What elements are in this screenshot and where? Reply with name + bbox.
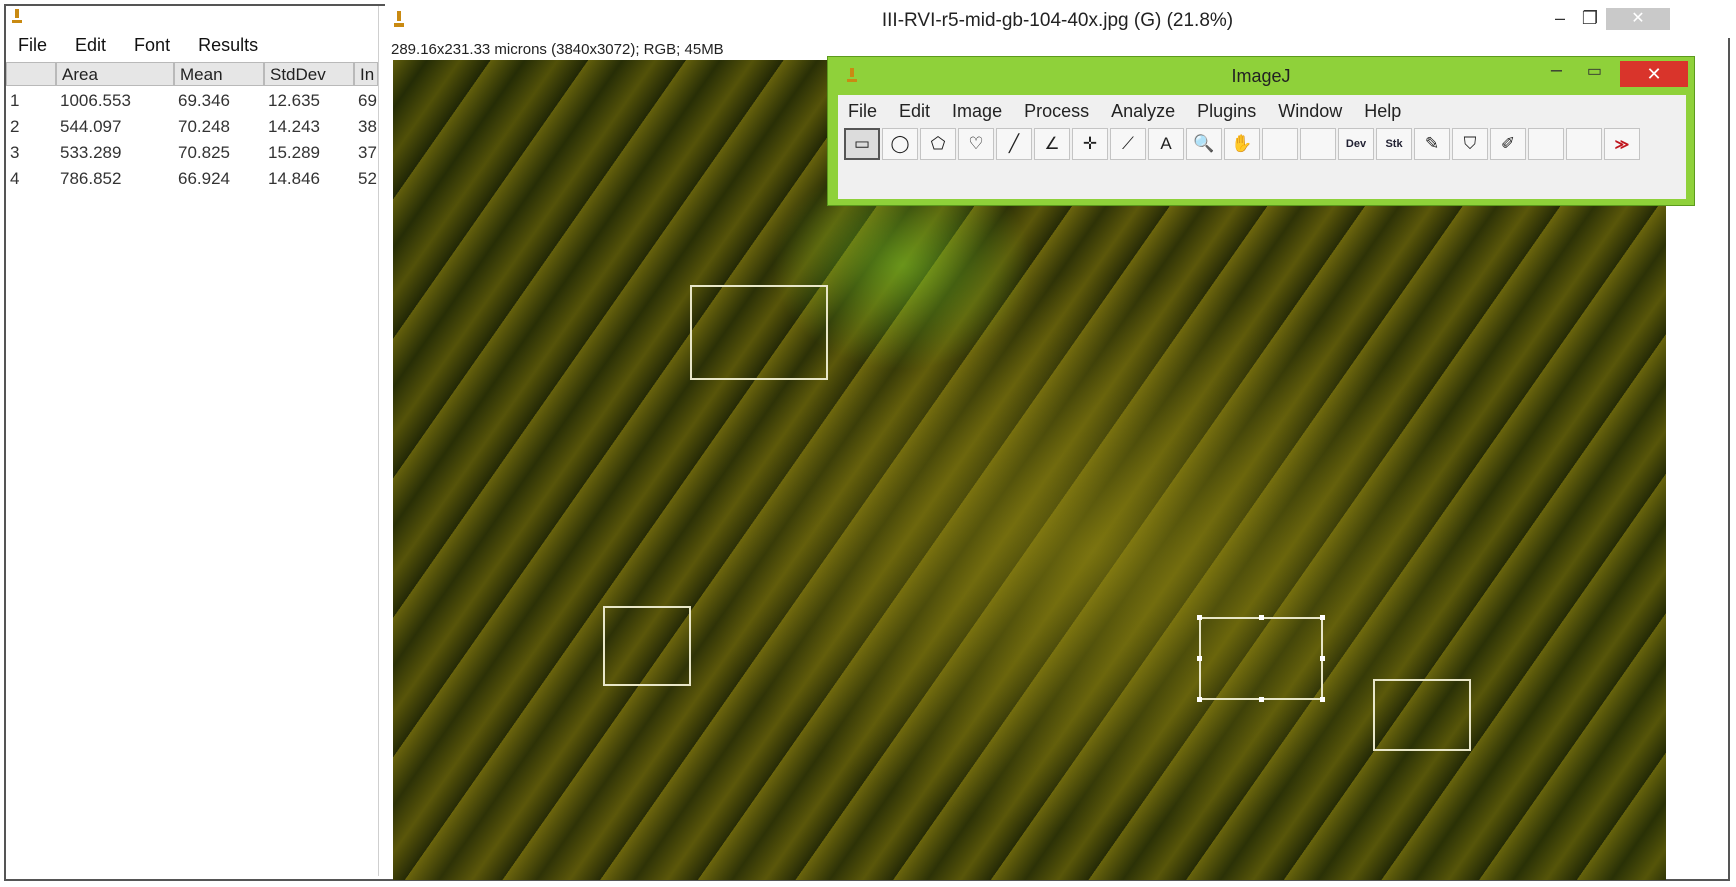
results-window: File Edit Font Results Area Mean StdDev … — [6, 6, 379, 876]
image-window-titlebar[interactable]: III-RVI-r5-mid-gb-104-40x.jpg (G) (21.8%… — [385, 4, 1730, 38]
imagej-main-window: ImageJ – ▭ ✕ File Edit Image Process Ana… — [827, 56, 1695, 206]
roi-handle[interactable] — [1320, 615, 1325, 620]
restore-button[interactable]: ❐ — [1582, 8, 1598, 29]
roi-handle[interactable] — [1197, 656, 1202, 661]
roi-rectangle[interactable] — [690, 285, 828, 380]
pencil-tool-icon[interactable]: ✐ — [1490, 128, 1526, 160]
cell-intden: 52 — [358, 169, 377, 188]
menu-window[interactable]: Window — [1278, 101, 1342, 122]
menu-image[interactable]: Image — [952, 101, 1002, 122]
wand-tool-icon[interactable]: ⟋ — [1110, 128, 1146, 160]
table-row[interactable]: 2 544.097 70.248 14.243 38 — [6, 114, 378, 140]
color-picker-tool-icon[interactable] — [1262, 128, 1298, 160]
cell-stddev: 15.289 — [268, 143, 320, 162]
imagej-close-button[interactable]: ✕ — [1620, 61, 1688, 87]
cell-area: 1006.553 — [60, 91, 131, 110]
roi-handle[interactable] — [1320, 697, 1325, 702]
column-header-stddev[interactable]: StdDev — [264, 62, 354, 86]
cell-intden: 37 — [358, 143, 377, 162]
blank-tool-icon[interactable] — [1528, 128, 1564, 160]
column-header-mean[interactable]: Mean — [174, 62, 264, 86]
point-tool-icon[interactable]: ✛ — [1072, 128, 1108, 160]
menu-help[interactable]: Help — [1364, 101, 1401, 122]
imagej-toolbar: ▭ ◯ ⬠ ♡ ╱ ∠ ✛ ⟋ A 🔍 ✋ Dev Stk ✎ ⛉ ✐ ≫ — [844, 128, 1642, 160]
cell-stddev: 12.635 — [268, 91, 320, 110]
results-menu-file[interactable]: File — [18, 35, 47, 56]
polygon-tool-icon[interactable]: ⬠ — [920, 128, 956, 160]
row-index: 2 — [10, 117, 20, 136]
column-header-area[interactable]: Area — [56, 62, 174, 86]
results-menu-font[interactable]: Font — [134, 35, 170, 56]
cell-stddev: 14.846 — [268, 169, 320, 188]
table-row[interactable]: 1 1006.553 69.346 12.635 69 — [6, 88, 378, 114]
column-header-index[interactable] — [6, 62, 56, 86]
cell-mean: 70.825 — [178, 143, 230, 162]
imagej-toolbar-panel: File Edit Image Process Analyze Plugins … — [838, 95, 1686, 199]
roi-handle[interactable] — [1197, 697, 1202, 702]
cell-stddev: 14.243 — [268, 117, 320, 136]
line-tool-icon[interactable]: ╱ — [996, 128, 1032, 160]
blank-tool-icon[interactable] — [1300, 128, 1336, 160]
angle-tool-icon[interactable]: ∠ — [1034, 128, 1070, 160]
menu-analyze[interactable]: Analyze — [1111, 101, 1175, 122]
roi-handle[interactable] — [1320, 656, 1325, 661]
flood-fill-tool-icon[interactable]: ⛉ — [1452, 128, 1488, 160]
menu-plugins[interactable]: Plugins — [1197, 101, 1256, 122]
cell-area: 533.289 — [60, 143, 122, 162]
roi-handle[interactable] — [1197, 615, 1202, 620]
image-info-subtitle: 289.16x231.33 microns (3840x3072); RGB; … — [391, 41, 724, 58]
imagej-minimize-button[interactable]: – — [1551, 59, 1562, 82]
roi-rectangle[interactable] — [1373, 679, 1471, 751]
cell-intden: 69 — [358, 91, 377, 110]
menu-process[interactable]: Process — [1024, 101, 1089, 122]
cell-mean: 66.924 — [178, 169, 230, 188]
cell-mean: 69.346 — [178, 91, 230, 110]
oval-tool-icon[interactable]: ◯ — [882, 128, 918, 160]
row-index: 4 — [10, 169, 20, 188]
imagej-microscope-icon — [12, 9, 22, 23]
hand-tool-icon[interactable]: ✋ — [1224, 128, 1260, 160]
results-menubar: File Edit Font Results — [6, 30, 378, 60]
image-window-title: III-RVI-r5-mid-gb-104-40x.jpg (G) (21.8%… — [881, 10, 1234, 31]
imagej-maximize-button[interactable]: ▭ — [1587, 61, 1602, 81]
roi-rectangle[interactable] — [603, 606, 691, 686]
minimize-button[interactable]: – — [1555, 8, 1565, 29]
row-index: 3 — [10, 143, 20, 162]
imagej-title: ImageJ — [1231, 66, 1291, 86]
menu-edit[interactable]: Edit — [899, 101, 930, 122]
cell-intden: 38 — [358, 117, 377, 136]
results-table-body: 1 1006.553 69.346 12.635 69 2 544.097 70… — [6, 88, 378, 192]
table-row[interactable]: 3 533.289 70.825 15.289 37 — [6, 140, 378, 166]
roi-handle[interactable] — [1259, 615, 1264, 620]
results-table-header: Area Mean StdDev In — [6, 62, 378, 86]
cell-area: 786.852 — [60, 169, 122, 188]
dev-tool-icon[interactable]: Dev — [1338, 128, 1374, 160]
table-row[interactable]: 4 786.852 66.924 14.846 52 — [6, 166, 378, 192]
results-menu-results[interactable]: Results — [198, 35, 258, 56]
magnifier-tool-icon[interactable]: 🔍 — [1186, 128, 1222, 160]
menu-file[interactable]: File — [848, 101, 877, 122]
brush-tool-icon[interactable]: ✎ — [1414, 128, 1450, 160]
stk-tool-icon[interactable]: Stk — [1376, 128, 1412, 160]
cell-mean: 70.248 — [178, 117, 230, 136]
roi-handle[interactable] — [1259, 697, 1264, 702]
close-button[interactable]: ✕ — [1606, 8, 1670, 30]
column-header-intden[interactable]: In — [354, 62, 378, 86]
rectangle-tool-icon[interactable]: ▭ — [844, 128, 880, 160]
row-index: 1 — [10, 91, 20, 110]
cell-area: 544.097 — [60, 117, 122, 136]
roi-rectangle-active[interactable] — [1197, 615, 1325, 702]
results-menu-edit[interactable]: Edit — [75, 35, 106, 56]
blank-tool-icon[interactable] — [1566, 128, 1602, 160]
imagej-menubar: File Edit Image Process Analyze Plugins … — [848, 101, 1423, 122]
more-tools-icon[interactable]: ≫ — [1604, 128, 1640, 160]
freehand-tool-icon[interactable]: ♡ — [958, 128, 994, 160]
text-tool-icon[interactable]: A — [1148, 128, 1184, 160]
